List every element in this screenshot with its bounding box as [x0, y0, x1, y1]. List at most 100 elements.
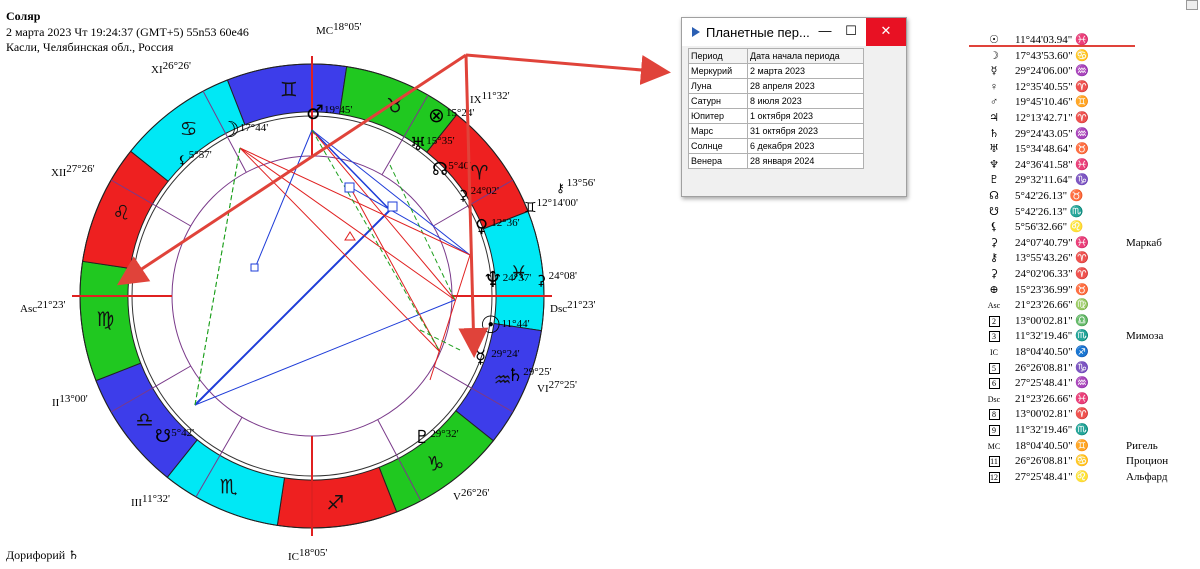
- aspect-lines: [194, 129, 471, 406]
- neptune-icon: ♆: [483, 268, 503, 293]
- venus-icon: ♀: [475, 216, 488, 237]
- position-symbol-icon: IC: [990, 348, 998, 357]
- saturn-icon: ♄: [507, 365, 523, 386]
- lilith-icon: ⚸: [178, 153, 187, 167]
- period-planet-cell: Солнце: [688, 138, 748, 154]
- house-11-label: XI26°26': [151, 60, 191, 76]
- window-corner-control[interactable]: [1186, 0, 1198, 10]
- house-number-icon: 8: [988, 409, 1000, 421]
- cusp_glyph-degree-label: 24°02': [471, 185, 499, 197]
- mc-label: MC18°05': [316, 21, 362, 37]
- moon-icon: ☽: [220, 118, 240, 143]
- house-cusp-lines: [72, 56, 552, 536]
- position-symbol-icon: ⚸: [989, 221, 999, 234]
- ceres-degree-label: 24°08': [549, 270, 577, 282]
- position-value: 21°23'26.66" ♓: [1015, 392, 1090, 405]
- natal-chart-wheel[interactable]: ♊♉♈♓♒♑♐♏♎♍♌♋ MC18°05'IC18°05'Asc21°23' Ds…: [0, 0, 680, 569]
- table-row[interactable]: Солнце 6 декабря 2023: [688, 138, 864, 154]
- table-row[interactable]: Юпитер 1 октября 2023: [688, 108, 864, 124]
- position-symbol-icon: ♀: [989, 80, 999, 93]
- house-12-label: XII27°26': [51, 163, 95, 179]
- table-row[interactable]: Луна 28 апреля 2023: [688, 78, 864, 94]
- minimize-button[interactable]: —: [814, 18, 836, 46]
- house-3-label: III11°32': [131, 493, 170, 509]
- position-value: 12°35'40.55" ♈: [1015, 80, 1090, 93]
- position-symbol-icon: 8: [983, 407, 1005, 422]
- house-number-icon: 12: [988, 471, 1000, 483]
- sun-row-underline: [969, 45, 1135, 47]
- chiron-degree-label: 13°56': [567, 177, 595, 189]
- zodiac-sign-icon: ♋: [180, 117, 198, 141]
- sun-degree-label: 11°44': [502, 318, 530, 330]
- fixed-star-label: Мимоза: [1126, 330, 1164, 343]
- vertical-scrollbar[interactable]: [866, 48, 882, 178]
- house-number-icon: 6: [988, 378, 1000, 390]
- chiron-icon: ⚷: [556, 181, 565, 195]
- zodiac-sign-icon: ♊: [280, 77, 298, 101]
- position-symbol-icon: ♂: [989, 96, 999, 109]
- south-node-icon: ☋: [155, 426, 171, 447]
- column-header-period[interactable]: Период: [688, 48, 748, 64]
- table-row[interactable]: Марс 31 октября 2023: [688, 123, 864, 139]
- uranus-degree-label: 15°35': [426, 135, 454, 147]
- position-symbol-icon: ♅: [989, 143, 999, 156]
- position-value: 5°42'26.13" ♏: [1015, 205, 1084, 218]
- asteroid-icon: ⚳: [458, 188, 468, 204]
- position-symbol-icon: ♆: [989, 158, 999, 171]
- period-date-cell: 6 декабря 2023: [747, 138, 864, 154]
- aspect-square-mark: [250, 263, 259, 272]
- position-symbol-icon: ⚷: [989, 252, 999, 265]
- house-number-icon: 3: [988, 331, 1000, 343]
- aspect-line: [349, 186, 441, 353]
- table-row[interactable]: Сатурн 8 июля 2023: [688, 93, 864, 109]
- zodiac-sign-icon: ♎: [136, 407, 154, 431]
- maximize-button[interactable]: ☐: [840, 18, 862, 46]
- position-value: 24°02'06.33" ♈: [1015, 268, 1090, 280]
- planet-glyphs: ☽ 17°44'♂ 19°45' ⊗ 15°24'♅ 15°35'☊ 5°40'⚸ 5°57'…: [155, 100, 595, 448]
- position-value: 18°04'40.50" ♐: [1015, 346, 1090, 358]
- south_node-degree-label: 5°42': [171, 427, 194, 439]
- position-symbol-icon: 9: [983, 423, 1005, 438]
- position-symbol-icon: ☋: [989, 205, 999, 218]
- position-symbol-icon: ☊: [989, 190, 999, 202]
- position-symbol-icon: ☿: [990, 65, 998, 78]
- position-value: 12°13'42.71" ♈: [1015, 112, 1090, 124]
- planetary-periods-window[interactable]: Планетные пер... — ☐ ✕ Период Дата начал…: [681, 17, 907, 197]
- position-symbol-icon: ♃: [989, 112, 999, 124]
- position-value: 13°00'02.81" ♈: [1015, 408, 1090, 421]
- table-row[interactable]: Меркурий 2 марта 2023: [688, 63, 864, 79]
- table-header-row: Период Дата начала периода: [688, 48, 864, 64]
- close-button[interactable]: ✕: [866, 18, 906, 46]
- asc-label: Asc21°23': [20, 299, 66, 315]
- pluto-degree-label: 29°32': [430, 428, 458, 440]
- window-titlebar[interactable]: Планетные пер... — ☐ ✕: [682, 18, 906, 46]
- lilith-degree-label: 5°57': [189, 149, 212, 161]
- house-5-label: V26°26': [453, 487, 489, 503]
- ic-label: IC18°05': [288, 547, 327, 563]
- venus-degree-label: 12°36': [491, 217, 519, 229]
- position-symbol-icon: ⊕: [989, 283, 999, 296]
- position-value: 11°32'19.46" ♏: [1015, 424, 1089, 436]
- period-date-cell: 31 октября 2023: [747, 123, 864, 139]
- position-value: 5°56'32.66" ♌: [1015, 221, 1084, 234]
- position-value: 21°23'26.66" ♍: [1015, 299, 1090, 312]
- table-row[interactable]: Венера 28 января 2024: [688, 153, 864, 169]
- mars-icon: ♂: [306, 100, 324, 124]
- position-value: 29°24'43.05" ♒: [1015, 127, 1090, 140]
- house-number-icon: 11: [988, 456, 1000, 468]
- saturn-degree-label: 29°25': [523, 366, 551, 378]
- position-value: 26°26'08.81" ♋: [1015, 455, 1090, 468]
- aspect-line: [311, 129, 391, 211]
- period-planet-cell: Венера: [688, 153, 748, 169]
- position-symbol-icon: ♄: [989, 127, 999, 140]
- zodiac-sign-icon: ♐: [326, 491, 344, 515]
- fixed-star-label: Маркаб: [1126, 236, 1162, 249]
- saturn-icon: ♄: [68, 548, 79, 562]
- position-symbol-icon: ⚳: [989, 268, 999, 280]
- zodiac-sign-icon: ♌: [112, 201, 130, 225]
- column-header-start-date[interactable]: Дата начала периода: [747, 48, 864, 64]
- period-planet-cell: Марс: [688, 123, 748, 139]
- position-value: 15°23'36.99" ♉: [1015, 283, 1090, 296]
- position-symbol-icon: ☽: [989, 49, 999, 62]
- aspect-line: [239, 147, 456, 301]
